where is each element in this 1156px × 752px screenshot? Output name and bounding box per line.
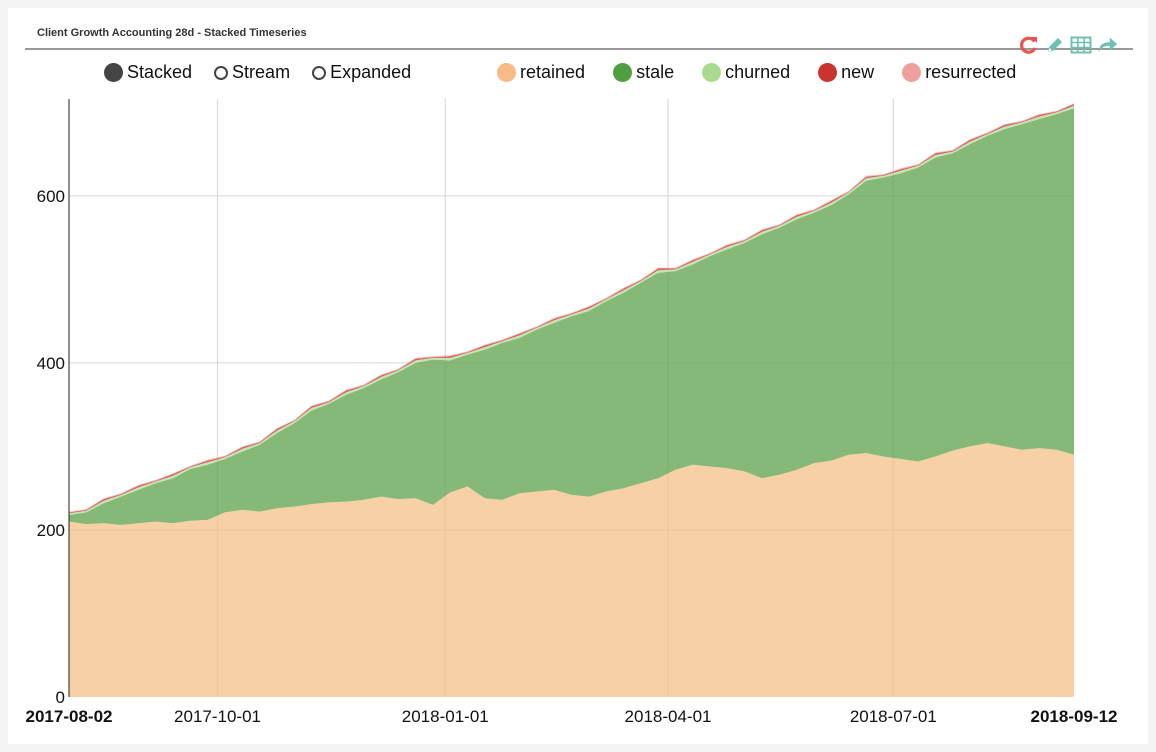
y-tick-label: 200: [37, 521, 65, 540]
x-tick-label: 2018-04-01: [625, 707, 712, 726]
x-tick-label: 2017-08-02: [26, 707, 113, 726]
x-axis-ticks: 2017-08-02 2017-10-01 2018-01-01 2018-04-01…: [26, 707, 1118, 726]
x-tick-label: 2018-07-01: [850, 707, 937, 726]
y-tick-label: 600: [37, 187, 65, 206]
y-tick-label: 400: [37, 354, 65, 373]
x-tick-label: 2018-09-12: [1031, 707, 1118, 726]
stacked-area-chart[interactable]: 0 200 400 600 2017-08-02 2017-10-01 2018-01-0…: [0, 0, 1156, 752]
series-areas[interactable]: [69, 103, 1074, 697]
x-tick-label: 2017-10-01: [174, 707, 261, 726]
y-axis-ticks: 0 200 400 600: [37, 187, 65, 707]
y-tick-label: 0: [56, 688, 65, 707]
x-tick-label: 2018-01-01: [402, 707, 489, 726]
